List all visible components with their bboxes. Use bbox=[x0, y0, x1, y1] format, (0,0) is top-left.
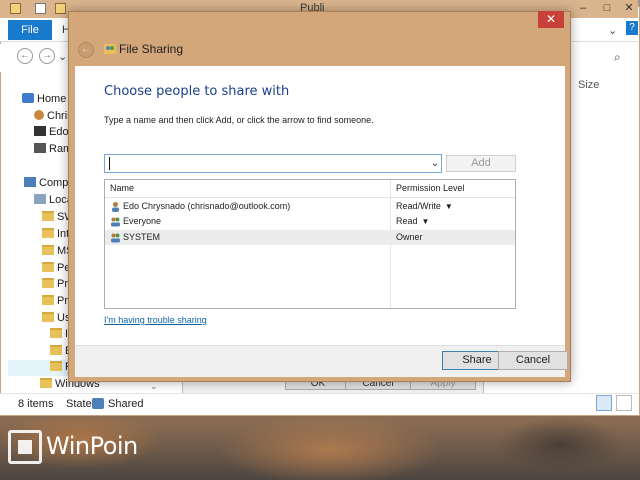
dialog-instruction: Type a name and then click Add, or click… bbox=[104, 115, 374, 125]
status-state-value: Shared bbox=[108, 398, 144, 410]
ribbon-expand-icon[interactable]: ⌄ bbox=[608, 24, 617, 37]
dialog-heading: Choose people to share with bbox=[104, 84, 290, 99]
permission-row[interactable] bbox=[105, 230, 515, 245]
name-column-header[interactable]: Name bbox=[110, 183, 134, 193]
folder-icon bbox=[42, 228, 54, 238]
search-icon[interactable]: ⌕ bbox=[614, 50, 621, 65]
user-icon bbox=[34, 110, 44, 120]
row-name: Edo Chrysnado (chrisnado@outlook.com) bbox=[123, 201, 291, 211]
history-chevron-icon[interactable]: ⌄ bbox=[58, 50, 67, 63]
folder-icon bbox=[50, 361, 62, 371]
file-sharing-icon bbox=[104, 44, 116, 54]
name-dropdown-chevron-icon[interactable]: ⌄ bbox=[428, 154, 442, 173]
drive-icon bbox=[34, 194, 46, 204]
details-view-icon[interactable] bbox=[596, 395, 612, 411]
folder-icon bbox=[42, 295, 54, 305]
user-icon bbox=[34, 143, 46, 153]
permission-value: Read/Write bbox=[396, 201, 441, 211]
group-icon bbox=[111, 233, 120, 243]
folder-icon bbox=[42, 278, 54, 288]
permission-arrow-icon[interactable]: ▼ bbox=[445, 202, 453, 211]
back-icon[interactable]: ← bbox=[17, 48, 33, 64]
dialog-back-icon[interactable]: ← bbox=[78, 42, 94, 58]
file-tab[interactable]: File bbox=[8, 20, 52, 40]
tree-item-folder[interactable]: Us bbox=[42, 312, 70, 328]
dialog-title: File Sharing bbox=[119, 42, 184, 56]
status-item-count: 8 items bbox=[18, 398, 54, 410]
tree-item-folder[interactable]: I bbox=[50, 328, 68, 344]
folder-icon bbox=[50, 345, 62, 355]
permission-arrow-icon[interactable]: ▼ bbox=[422, 217, 430, 226]
folder-icon bbox=[10, 3, 21, 14]
folder-icon bbox=[42, 312, 54, 322]
computer-icon bbox=[24, 177, 36, 187]
tree-item-user[interactable]: Edo bbox=[34, 126, 69, 142]
folder-icon bbox=[40, 378, 52, 388]
forward-icon[interactable]: → bbox=[39, 48, 55, 64]
user-icon bbox=[112, 202, 119, 212]
folder-icon bbox=[50, 328, 62, 338]
new-folder-icon[interactable] bbox=[55, 3, 66, 14]
row-name: SYSTEM bbox=[123, 232, 161, 242]
tree-item-homegroup[interactable]: Home bbox=[22, 93, 66, 109]
brand-watermark: WinPoin bbox=[46, 432, 138, 460]
shared-icon bbox=[92, 398, 104, 409]
cancel-button[interactable]: Cancel bbox=[498, 351, 568, 370]
folder-icon bbox=[42, 211, 54, 221]
dialog-close-button[interactable]: ✕ bbox=[538, 11, 564, 28]
help-icon[interactable]: ? bbox=[626, 21, 638, 35]
minimize-icon[interactable]: – bbox=[572, 1, 594, 15]
permission-dropdown[interactable]: Read/Write ▼ bbox=[396, 201, 453, 211]
folder-icon bbox=[42, 262, 54, 272]
add-button[interactable]: Add bbox=[446, 155, 516, 172]
tree-item-user[interactable]: Chris bbox=[34, 110, 73, 126]
maximize-icon[interactable]: □ bbox=[596, 1, 618, 15]
permission-row[interactable] bbox=[105, 214, 515, 229]
expand-chevron-icon[interactable]: ⌄ bbox=[150, 381, 158, 392]
tree-item-folder[interactable]: Int bbox=[42, 228, 69, 244]
permission-value: Owner bbox=[396, 232, 423, 242]
trouble-sharing-link[interactable]: I'm having trouble sharing bbox=[104, 315, 207, 325]
homegroup-icon bbox=[22, 93, 34, 103]
status-state-label: State: bbox=[66, 398, 95, 410]
permission-dropdown[interactable]: Read ▼ bbox=[396, 216, 429, 226]
group-icon bbox=[111, 217, 120, 227]
tree-item-folder[interactable]: Pe bbox=[42, 262, 70, 278]
permission-value: Read bbox=[396, 216, 418, 226]
tree-item-user[interactable]: Ram bbox=[34, 143, 72, 159]
tree-item-computer[interactable]: Comp bbox=[24, 177, 68, 193]
size-column-header[interactable]: Size bbox=[578, 79, 599, 91]
large-icons-view-icon[interactable] bbox=[616, 395, 632, 411]
folder-icon bbox=[42, 245, 54, 255]
row-name: Everyone bbox=[123, 216, 162, 226]
share-name-input[interactable] bbox=[104, 154, 442, 173]
winpoin-logo-mark bbox=[18, 440, 32, 454]
text-caret bbox=[109, 157, 110, 170]
user-icon bbox=[34, 126, 46, 136]
permission-column-header[interactable]: Permission Level bbox=[396, 183, 465, 193]
close-icon[interactable]: ✕ bbox=[618, 1, 640, 15]
properties-icon[interactable] bbox=[35, 3, 46, 14]
